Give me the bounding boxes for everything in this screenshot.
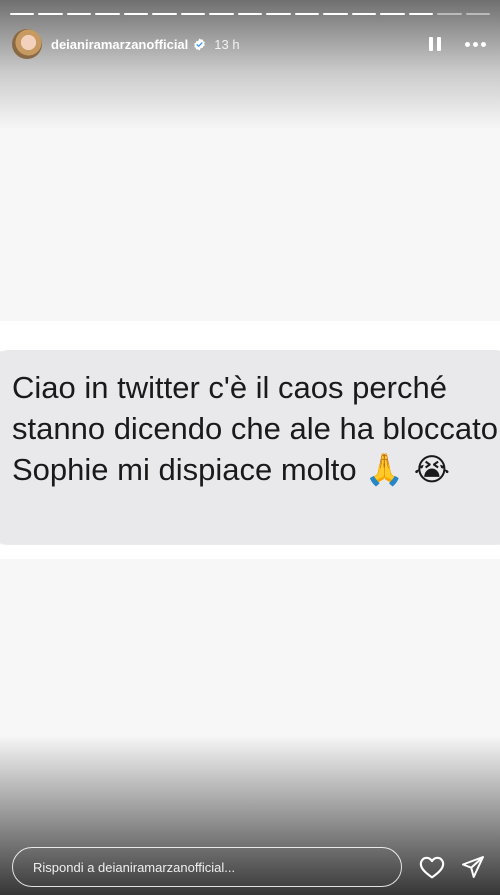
story-viewer: Ciao in twitter c'è il caos perché stann… (0, 0, 500, 895)
screenshot-band-bottom (0, 545, 500, 559)
progress-segment (10, 13, 35, 15)
progress-segment (437, 13, 462, 15)
progress-segment (123, 13, 149, 15)
progress-segment (237, 13, 263, 15)
progress-segment (95, 13, 120, 15)
message-text: Ciao in twitter c'è il caos perché stann… (12, 367, 500, 491)
pause-icon-bar (429, 37, 433, 51)
pause-icon-bar (437, 37, 441, 51)
progress-segment (266, 13, 291, 15)
progress-segment (152, 13, 177, 15)
story-header: deianiramarzanofficial 13 h (12, 28, 488, 60)
reply-input[interactable] (12, 847, 402, 887)
progress-segment (380, 13, 405, 15)
share-button[interactable] (459, 852, 489, 882)
progress-segment (38, 13, 63, 15)
more-icon-dot (465, 41, 470, 47)
progress-segment (180, 13, 206, 15)
progress-segment (294, 13, 320, 15)
progress-segment (323, 13, 348, 15)
progress-segment (351, 13, 377, 15)
like-button[interactable] (417, 852, 447, 882)
heart-icon (419, 856, 444, 879)
story-footer (12, 846, 488, 888)
pause-button[interactable] (427, 33, 443, 55)
send-icon (462, 856, 485, 878)
more-icon-dot (473, 41, 478, 47)
username[interactable]: deianiramarzanofficial (51, 37, 188, 52)
progress-segment (66, 13, 92, 15)
avatar[interactable] (12, 29, 42, 59)
more-icon-dot (481, 41, 486, 47)
top-shade (0, 0, 500, 130)
message-emojis: 🙏 😭 (365, 452, 450, 488)
post-time: 13 h (214, 36, 240, 52)
screenshot-band-top (0, 321, 500, 351)
verified-badge-icon (194, 38, 206, 50)
progress-segment (465, 13, 490, 15)
progress-segment (408, 13, 434, 15)
more-options-button[interactable] (463, 38, 488, 51)
story-progress-bar (10, 13, 490, 15)
progress-segment (209, 13, 234, 15)
